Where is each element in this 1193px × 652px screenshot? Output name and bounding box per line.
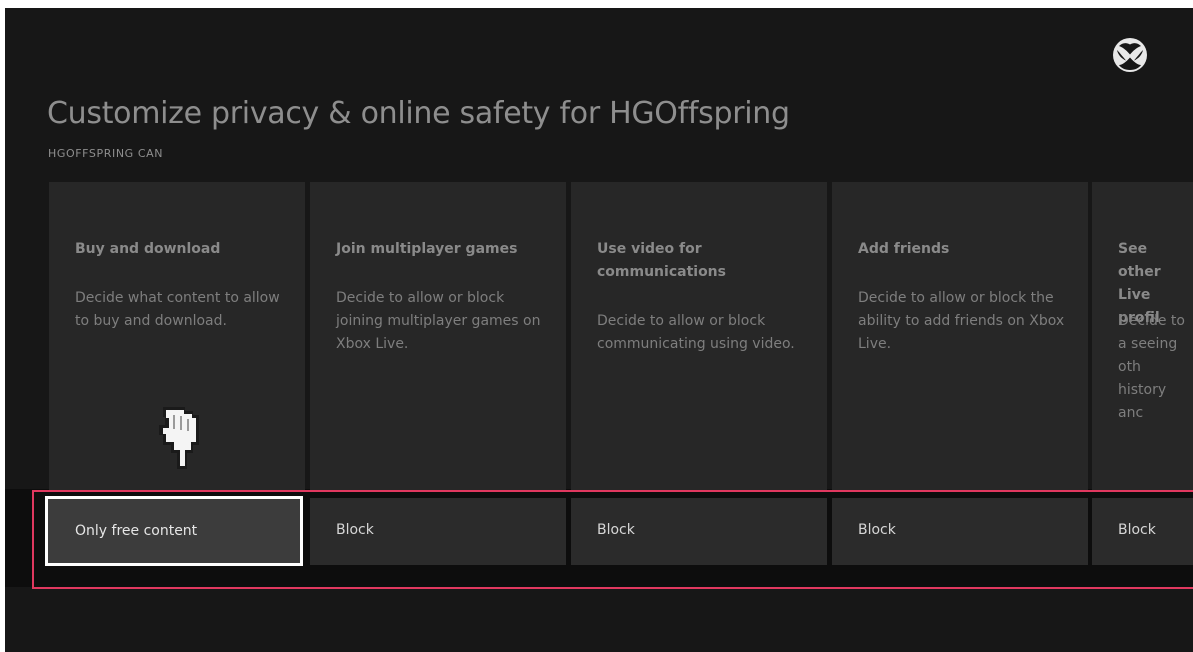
option-label: Block <box>597 522 635 538</box>
privacy-settings-screen: Customize privacy & online safety for HG… <box>5 8 1193 652</box>
option-label: Block <box>858 522 896 538</box>
card-description: Decide to allow or block joining multipl… <box>336 290 541 352</box>
option-button-see-other-live-profiles[interactable]: Block <box>1092 498 1193 565</box>
option-button-add-friends[interactable]: Block <box>832 498 1088 565</box>
option-label: Block <box>1118 522 1156 538</box>
card-title: Add friends <box>858 241 950 257</box>
card-description: Decide to a seeing oth history anc <box>1118 313 1185 421</box>
option-button-use-video[interactable]: Block <box>571 498 827 565</box>
option-button-buy-and-download[interactable]: Only free content <box>45 496 303 566</box>
setting-card-see-other-live-profiles[interactable]: See other Live profil Decide to a seeing… <box>1092 182 1193 490</box>
setting-card-join-multiplayer-games[interactable]: Join multiplayer games Decide to allow o… <box>310 182 566 490</box>
card-description: Decide to allow or block communicating u… <box>597 313 795 352</box>
setting-card-add-friends[interactable]: Add friends Decide to allow or block the… <box>832 182 1088 490</box>
option-label: Only free content <box>75 523 198 539</box>
option-label: Block <box>336 522 374 538</box>
card-title: Join multiplayer games <box>336 241 518 257</box>
xbox-logo-icon <box>1113 38 1147 72</box>
page-subtitle: HGOFFSPRING CAN <box>48 147 164 160</box>
card-description: Decide to allow or block the ability to … <box>858 290 1065 352</box>
card-title: Buy and download <box>75 241 221 257</box>
card-description: Decide what content to allow to buy and … <box>75 290 280 329</box>
option-button-join-multiplayer-games[interactable]: Block <box>310 498 566 565</box>
setting-card-use-video[interactable]: Use video for communications Decide to a… <box>571 182 827 490</box>
card-title: Use video for communications <box>597 241 726 280</box>
hand-pointer-icon <box>159 407 199 469</box>
page-title: Customize privacy & online safety for HG… <box>47 96 790 131</box>
